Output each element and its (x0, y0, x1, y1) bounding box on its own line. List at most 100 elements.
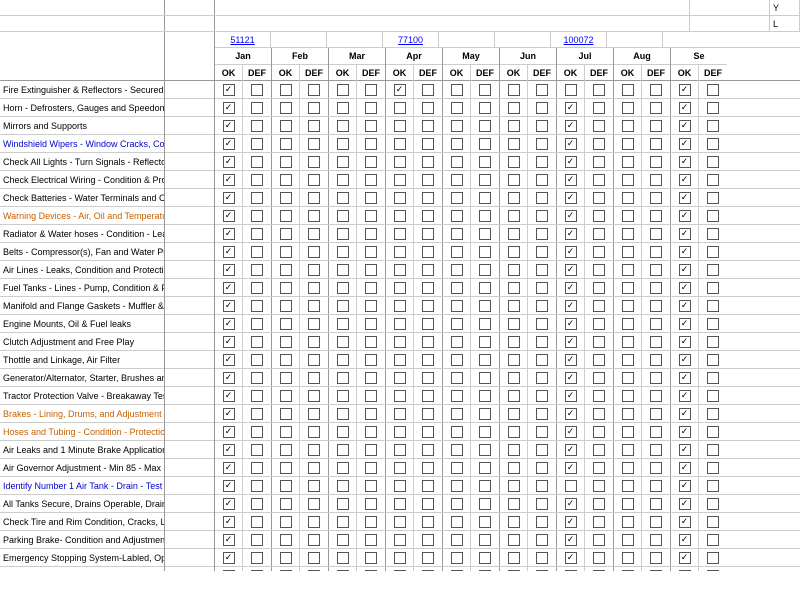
checkbox-empty (394, 246, 406, 258)
table-row: ✓✓✓ (215, 279, 800, 297)
checkbox-empty (280, 156, 292, 168)
def-cell (699, 261, 727, 278)
month-data-group: ✓ (671, 117, 727, 134)
checkbox-empty (251, 264, 263, 276)
month-label-aug: Aug (614, 48, 670, 65)
def-cell (243, 135, 271, 152)
ok-cell (272, 387, 300, 404)
month-data-group (614, 99, 671, 116)
month-ok-mar: OK (329, 65, 357, 81)
def-cell (528, 405, 556, 422)
def-cell (585, 423, 613, 440)
ok-cell (500, 225, 528, 242)
checkbox-empty (622, 516, 634, 528)
def-cell (243, 405, 271, 422)
month-data-group (614, 171, 671, 188)
list-item: Warning Devices - Air, Oil and Temperatu… (0, 207, 164, 225)
checkbox-empty (280, 246, 292, 258)
checkbox-checked: ✓ (679, 444, 691, 456)
month-data-group: ✓ (215, 225, 272, 242)
month-ok-jan: OK (215, 65, 243, 81)
month-data-group (386, 225, 443, 242)
checkbox-checked: ✓ (223, 516, 235, 528)
def-cell (699, 387, 727, 404)
checkbox-empty (451, 282, 463, 294)
month-data-group (386, 207, 443, 224)
month-data-group: ✓ (215, 531, 272, 548)
month-data-group (386, 441, 443, 458)
def-cell (357, 243, 385, 260)
month-data-group: ✓ (215, 189, 272, 206)
month-data-group (500, 189, 557, 206)
month-ok-feb: OK (272, 65, 300, 81)
ok-cell: ✓ (215, 333, 243, 350)
checkbox-checked: ✓ (394, 84, 406, 96)
ok-cell: ✓ (215, 81, 243, 98)
ok-cell: ✓ (671, 387, 699, 404)
month-data-group (443, 405, 500, 422)
mileage-row-empty (165, 369, 214, 387)
checkbox-empty (251, 480, 263, 492)
checkbox-empty (451, 372, 463, 384)
checkbox-empty (337, 264, 349, 276)
checkbox-checked: ✓ (565, 282, 577, 294)
checkbox-empty (536, 498, 548, 510)
ok-cell (329, 207, 357, 224)
checkbox-empty (622, 480, 634, 492)
data-columns: ✓✓✓✓✓✓✓✓✓✓✓✓✓✓✓✓✓✓✓✓✓✓✓✓✓✓✓✓✓✓✓✓✓✓✓✓✓✓✓✓… (215, 81, 800, 571)
checkbox-checked: ✓ (679, 174, 691, 186)
checkbox-empty (622, 372, 634, 384)
checkbox-empty (536, 534, 548, 546)
checkbox-empty (622, 156, 634, 168)
month-data-group (500, 513, 557, 530)
month-data-group (386, 423, 443, 440)
month-data-group (329, 225, 386, 242)
def-cell (414, 495, 442, 512)
checkbox-empty (365, 264, 377, 276)
checkbox-empty (593, 336, 605, 348)
checkbox-empty (280, 336, 292, 348)
month-data-group (443, 81, 500, 98)
def-cell (471, 513, 499, 530)
def-cell (414, 351, 442, 368)
l-cell: L (770, 16, 800, 31)
scroll-body[interactable]: Fire Extinguisher & Reflectors - Secured… (0, 81, 800, 571)
month-data-group (329, 423, 386, 440)
checkbox-empty (622, 84, 634, 96)
def-cell (585, 549, 613, 566)
def-cell (642, 423, 670, 440)
def-cell (357, 171, 385, 188)
checkbox-empty (622, 138, 634, 150)
def-cell (300, 207, 328, 224)
def-cell (699, 207, 727, 224)
checkbox-empty (280, 462, 292, 474)
checkbox-empty (394, 102, 406, 114)
month-def-jan: DEF (243, 65, 271, 81)
month-data-group (500, 153, 557, 170)
equipment-make-field (0, 16, 165, 31)
month-data-group (500, 225, 557, 242)
ok-cell (386, 351, 414, 368)
checkbox-empty (707, 300, 719, 312)
y-cell: Y (770, 0, 800, 15)
checkbox-empty (451, 462, 463, 474)
checkbox-empty (365, 102, 377, 114)
table-row: ✓✓✓ (215, 153, 800, 171)
checkbox-empty (593, 84, 605, 96)
checkbox-checked: ✓ (679, 120, 691, 132)
month-data-group (329, 531, 386, 548)
def-cell (699, 333, 727, 350)
checkbox-empty (422, 210, 434, 222)
def-cell (642, 189, 670, 206)
checkbox-checked: ✓ (679, 210, 691, 222)
ok-cell (386, 333, 414, 350)
month-data-group (500, 423, 557, 440)
def-cell (585, 369, 613, 386)
table-row: ✓✓✓ (215, 189, 800, 207)
checkbox-empty (337, 408, 349, 420)
month-data-group (386, 189, 443, 206)
checkbox-empty (337, 498, 349, 510)
checkbox-empty (622, 534, 634, 546)
month-data-group (272, 207, 329, 224)
month-data-group: ✓ (215, 333, 272, 350)
